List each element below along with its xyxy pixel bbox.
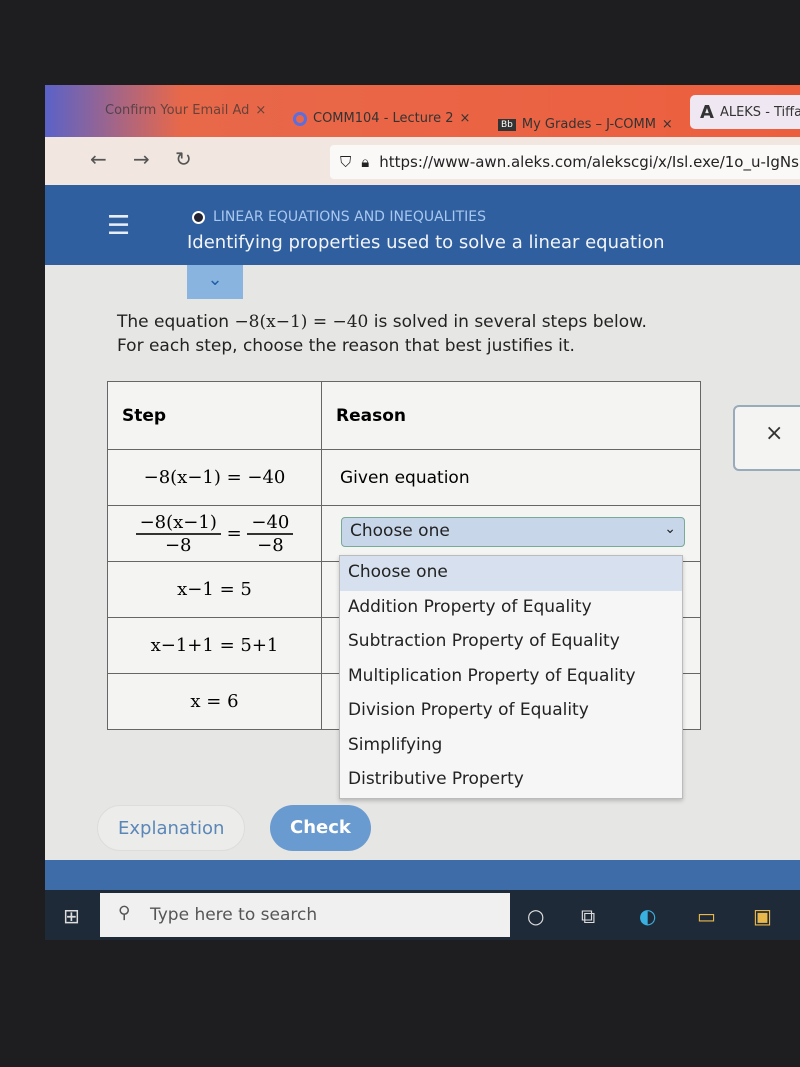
step-cell: x = 6 (107, 673, 322, 730)
forward-icon[interactable]: → (133, 147, 150, 171)
tab-favicon-icon (293, 111, 307, 126)
explanation-button[interactable]: Explanation (97, 805, 246, 851)
reason-cell: Given equation (321, 449, 701, 506)
windows-start-icon[interactable]: ⊞ (63, 904, 80, 928)
fraction-right: −40 −8 (247, 512, 294, 556)
problem-statement: The equation −8(x−1) = −40 is solved in … (117, 310, 647, 358)
column-header-step: Step (107, 381, 322, 450)
cortana-icon[interactable]: ○ (527, 904, 544, 928)
tab-label: COMM104 - Lecture 2 (313, 111, 454, 126)
close-icon[interactable]: × (662, 117, 673, 132)
fraction-left: −8(x−1) −8 (135, 512, 221, 556)
task-view-icon[interactable]: ⧉ (581, 904, 595, 928)
dropdown-option[interactable]: Distributive Property (340, 763, 682, 798)
chevron-down-icon[interactable]: ⌄ (187, 265, 243, 299)
lock-icon: 🔒︎ (361, 153, 370, 171)
windows-taskbar: ⊞ ⚲ Type here to search ○ ⧉ ◐ ▭ ▣ (45, 890, 800, 940)
denominator: −8 (164, 534, 192, 556)
dropdown-option[interactable]: Division Property of Equality (340, 694, 682, 729)
dropdown-option[interactable]: Multiplication Property of Equality (340, 660, 682, 695)
tab-grades[interactable]: Bb My Grades – J-COMM × (498, 117, 673, 132)
column-header-reason: Reason (321, 381, 701, 450)
problem-equation: −8(x−1) = −40 (234, 312, 369, 332)
footer-bar (45, 860, 800, 890)
url-text[interactable]: https://www-awn.aleks.com/alekscgi/x/Isl… (379, 153, 800, 171)
dropdown-option[interactable]: Simplifying (340, 729, 682, 764)
search-icon: ⚲ (118, 903, 131, 923)
chevron-down-icon: ⌄ (664, 521, 676, 537)
search-placeholder: Type here to search (150, 905, 318, 925)
reload-icon[interactable]: ↻ (175, 147, 192, 171)
aleks-logo-icon: A (700, 101, 714, 123)
store-icon[interactable]: ▣ (753, 904, 772, 928)
reason-select[interactable]: Choose one ⌄ (341, 517, 685, 547)
close-panel-button[interactable]: × (733, 405, 800, 471)
page-title: Identifying properties used to solve a l… (187, 232, 665, 253)
menu-icon[interactable]: ☰ (107, 211, 130, 241)
tab-label: My Grades – J-COMM (521, 117, 656, 132)
numerator: −8(x−1) (135, 512, 221, 535)
numerator: −40 (247, 512, 294, 535)
progress-circle-icon (192, 210, 205, 224)
dropdown-option[interactable]: Choose one (340, 556, 682, 591)
file-explorer-icon[interactable]: ▭ (697, 904, 716, 928)
taskbar-search[interactable]: ⚲ Type here to search (100, 893, 510, 937)
table-header-row: Step Reason (107, 381, 701, 450)
close-icon[interactable]: × (765, 421, 783, 446)
select-value: Choose one (350, 521, 450, 541)
step-cell: x−1+1 = 5+1 (107, 617, 322, 674)
denominator: −8 (257, 534, 284, 556)
reason-dropdown-list: Choose one Addition Property of Equality… (339, 555, 683, 799)
tab-comm104[interactable]: COMM104 - Lecture 2 × (293, 111, 470, 126)
topic-label: LINEAR EQUATIONS AND INEQUALITIES (192, 209, 486, 225)
browser-tab-bar: Confirm Your Email Ad × COMM104 - Lecture… (45, 85, 800, 137)
problem-text: The equation (117, 312, 235, 332)
check-button[interactable]: Check (270, 805, 371, 851)
edge-icon[interactable]: ◐ (639, 904, 656, 928)
dropdown-option[interactable]: Subtraction Property of Equality (340, 625, 682, 660)
step-cell: x−1 = 5 (107, 561, 322, 618)
tab-label: ALEKS - Tiffa (719, 104, 800, 120)
problem-text: is solved in several steps below. (368, 312, 647, 332)
step-cell: −8(x−1) −8 = −40 −8 (107, 505, 322, 562)
close-icon[interactable]: × (255, 103, 266, 118)
tab-aleks[interactable]: A ALEKS - Tiffa (690, 95, 800, 129)
back-icon[interactable]: ← (90, 147, 107, 171)
tab-label: Confirm Your Email Ad (105, 103, 250, 118)
bb-icon: Bb (498, 118, 516, 131)
laptop-screen: Confirm Your Email Ad × COMM104 - Lecture… (45, 85, 800, 940)
topic-text: LINEAR EQUATIONS AND INEQUALITIES (213, 209, 487, 225)
aleks-header: ☰ LINEAR EQUATIONS AND INEQUALITIES Iden… (45, 185, 800, 265)
dropdown-option[interactable]: Addition Property of Equality (340, 591, 682, 626)
browser-nav-bar: ← → ↻ ⛉ 🔒︎ https://www-awn.aleks.com/aleks… (45, 137, 800, 185)
table-row: −8(x−1) = −40 Given equation (107, 449, 701, 506)
problem-instruction: For each step, choose the reason that be… (117, 336, 575, 356)
close-icon[interactable]: × (459, 111, 470, 126)
shield-icon: ⛉ (340, 153, 352, 171)
step-cell: −8(x−1) = −40 (107, 449, 322, 506)
tab-email[interactable]: Confirm Your Email Ad × (105, 103, 266, 118)
address-bar[interactable]: ⛉ 🔒︎ https://www-awn.aleks.com/alekscgi/x/… (330, 145, 800, 179)
